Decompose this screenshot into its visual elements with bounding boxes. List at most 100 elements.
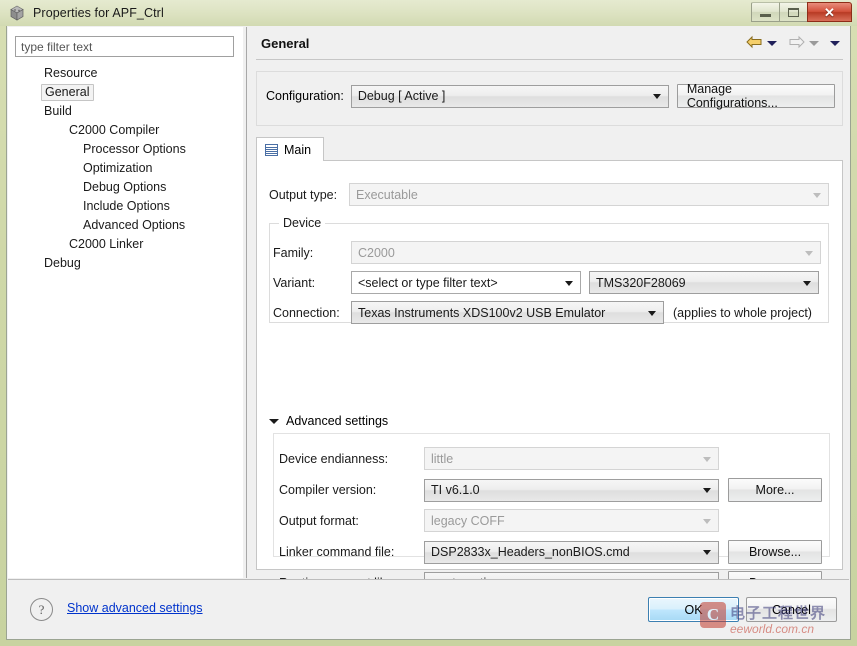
sidebar-item-c2000-linker[interactable]: C2000 Linker: [8, 235, 243, 254]
minimize-icon: [760, 13, 771, 17]
output-type-row: Output type: Executable: [269, 183, 829, 206]
main-tab-folder: Main Output type: Executable Device Fami…: [256, 137, 843, 595]
page-nav-toolbar: [746, 35, 840, 49]
window-controls: ✕: [751, 2, 852, 22]
help-question-icon[interactable]: ?: [30, 598, 53, 621]
device-variant-filter-value: <select or type filter text>: [358, 275, 498, 290]
tab-main[interactable]: Main: [256, 137, 325, 161]
advanced-row-device-endianness: Device endianness: little: [279, 447, 719, 470]
manage-configurations-label: Manage Configurations...: [686, 82, 778, 110]
window-title: Properties for APF_Ctrl: [33, 6, 164, 20]
advanced-row-select: legacy COFF: [424, 509, 719, 532]
page-title: General: [261, 35, 310, 51]
advanced-settings-toggle[interactable]: Advanced settings: [269, 414, 388, 428]
advanced-row-select[interactable]: TI v6.1.0: [424, 478, 719, 502]
chevron-down-icon: [703, 518, 711, 524]
device-connection-note: (applies to whole project): [673, 305, 812, 320]
sidebar-item-resource[interactable]: Resource: [8, 64, 243, 83]
configuration-label: Configuration:: [266, 89, 344, 103]
show-advanced-settings-link[interactable]: Show advanced settings: [67, 601, 203, 615]
minimize-button[interactable]: [751, 2, 780, 22]
advanced-row-browse-button[interactable]: Browse...: [728, 540, 822, 564]
sidebar-item-label: Build: [44, 104, 72, 119]
header-divider: [256, 59, 843, 60]
main-tab-panel: Output type: Executable Device Family: C…: [256, 160, 843, 595]
chevron-down-icon: [805, 250, 813, 256]
device-group-title: Device: [279, 216, 326, 230]
sidebar-item-debug[interactable]: Debug: [8, 254, 243, 273]
ok-button[interactable]: OK: [648, 597, 739, 622]
back-history-chevron-down-icon[interactable]: [767, 40, 777, 46]
settings-tree: Resource General Build C2000 Compiler Proces…: [8, 64, 243, 273]
advanced-row-label: Compiler version:: [279, 483, 377, 497]
cancel-button-label: Cancel: [772, 602, 811, 617]
chevron-down-icon: [652, 94, 661, 99]
sidebar-item-label: Resource: [44, 66, 98, 81]
close-button[interactable]: ✕: [807, 2, 852, 22]
advanced-row-value: little: [431, 451, 454, 466]
chevron-down-icon: [813, 192, 821, 198]
sidebar-item-general[interactable]: General: [8, 83, 243, 102]
title-bar: Properties for APF_Ctrl ✕: [0, 0, 857, 26]
device-family-label: Family:: [273, 245, 314, 260]
sidebar-item-label: Debug Options: [83, 180, 167, 195]
sidebar-item-build[interactable]: Build: [8, 102, 243, 121]
advanced-settings-toggle-label: Advanced settings: [286, 414, 389, 428]
advanced-row-button-label: More...: [755, 483, 795, 497]
advanced-row-value: legacy COFF: [431, 513, 505, 528]
sidebar-item-label: Processor Options: [83, 142, 186, 157]
advanced-row-label: Linker command file:: [279, 545, 395, 559]
configuration-select[interactable]: Debug [ Active ]: [350, 84, 669, 108]
sidebar-item-optimization[interactable]: Optimization: [8, 159, 243, 178]
configuration-group: Configuration: Debug [ Active ] Manage C…: [256, 71, 843, 126]
sidebar-item-advanced-options[interactable]: Advanced Options: [8, 216, 243, 235]
filter-input[interactable]: type filter text: [15, 36, 234, 57]
cancel-button[interactable]: Cancel: [746, 597, 837, 622]
advanced-row-select[interactable]: DSP2833x_Headers_nonBIOS.cmd: [424, 540, 719, 564]
sidebar-item-debug-options[interactable]: Debug Options: [8, 178, 243, 197]
maximize-button[interactable]: [779, 2, 808, 22]
pane-splitter[interactable]: [243, 27, 248, 578]
advanced-row-label: Output format:: [279, 513, 359, 528]
chevron-down-icon: [703, 488, 711, 493]
advanced-row-value: DSP2833x_Headers_nonBIOS.cmd: [431, 545, 630, 559]
manage-configurations-button[interactable]: Manage Configurations...: [676, 82, 835, 110]
sidebar-item-processor-options[interactable]: Processor Options: [8, 140, 243, 159]
advanced-row-label: Device endianness:: [279, 451, 389, 466]
view-menu-chevron-down-icon[interactable]: [830, 40, 840, 46]
sidebar-item-label: Include Options: [83, 199, 170, 214]
sidebar-item-label: General: [41, 83, 95, 102]
table-icon: [265, 143, 278, 156]
tab-main-label: Main: [284, 142, 312, 157]
device-connection-label: Connection:: [273, 305, 340, 320]
advanced-row-compiler-version: Compiler version: TI v6.1.0 More...: [279, 478, 822, 502]
device-variant-select[interactable]: TMS320F28069: [589, 271, 819, 294]
device-variant-label: Variant:: [273, 275, 316, 290]
sidebar-item-label: C2000 Compiler: [69, 123, 160, 138]
sidebar-item-label: Debug: [44, 256, 81, 271]
device-variant-row: Variant: <select or type filter text> TM…: [273, 271, 819, 294]
device-connection-value: Texas Instruments XDS100v2 USB Emulator: [358, 305, 606, 320]
device-connection-row: Connection: Texas Instruments XDS100v2 U…: [273, 301, 812, 324]
advanced-row-linker-command-file: Linker command file: DSP2833x_Headers_non…: [279, 540, 822, 564]
output-type-select: Executable: [349, 183, 829, 206]
advanced-row-value: TI v6.1.0: [431, 483, 480, 497]
advanced-row-button-label: Browse...: [748, 545, 802, 559]
back-arrow-icon[interactable]: [746, 35, 763, 49]
sidebar-item-label: Optimization: [83, 161, 153, 176]
device-variant-filter-select[interactable]: <select or type filter text>: [351, 271, 581, 294]
help-glyph: ?: [38, 601, 45, 617]
configuration-row: Configuration: Debug [ Active ] Manage C…: [266, 82, 835, 110]
device-connection-select[interactable]: Texas Instruments XDS100v2 USB Emulator: [351, 301, 664, 324]
device-family-row: Family: C2000: [273, 241, 821, 264]
device-family-value: C2000: [358, 245, 395, 260]
advanced-row-more-button[interactable]: More...: [728, 478, 822, 502]
output-type-label: Output type:: [269, 187, 338, 202]
sidebar-item-c2000-compiler[interactable]: C2000 Compiler: [8, 121, 243, 140]
chevron-down-icon: [703, 550, 711, 555]
chevron-down-icon: [648, 310, 656, 316]
device-variant-value: TMS320F28069: [596, 275, 686, 290]
sidebar-item-include-options[interactable]: Include Options: [8, 197, 243, 216]
advanced-row-select: little: [424, 447, 719, 470]
advanced-row-output-format: Output format: legacy COFF: [279, 509, 719, 532]
